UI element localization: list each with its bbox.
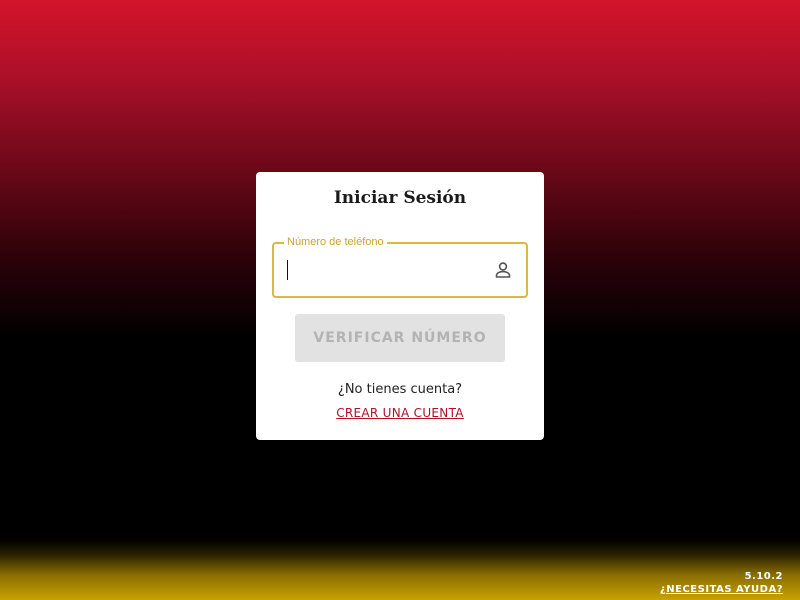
phone-number-input[interactable] <box>286 256 476 284</box>
phone-number-label: Número de teléfono <box>284 235 387 249</box>
create-account-link[interactable]: CREAR UNA CUENTA <box>336 406 464 420</box>
text-caret <box>287 260 288 280</box>
phone-number-field[interactable]: Número de teléfono <box>272 235 528 298</box>
help-link[interactable]: ¿NECESITAS AYUDA? <box>660 583 783 596</box>
login-card <box>256 172 544 440</box>
no-account-text: ¿No tienes cuenta? <box>337 382 463 397</box>
verify-number-button[interactable]: VERIFICAR NÚMERO <box>295 314 505 362</box>
person-icon <box>495 262 511 278</box>
app-version: 5.10.2 <box>744 571 783 582</box>
page-title: Iniciar Sesión <box>333 188 467 208</box>
create-account-link-row: CREAR UNA CUENTA <box>0 404 800 422</box>
